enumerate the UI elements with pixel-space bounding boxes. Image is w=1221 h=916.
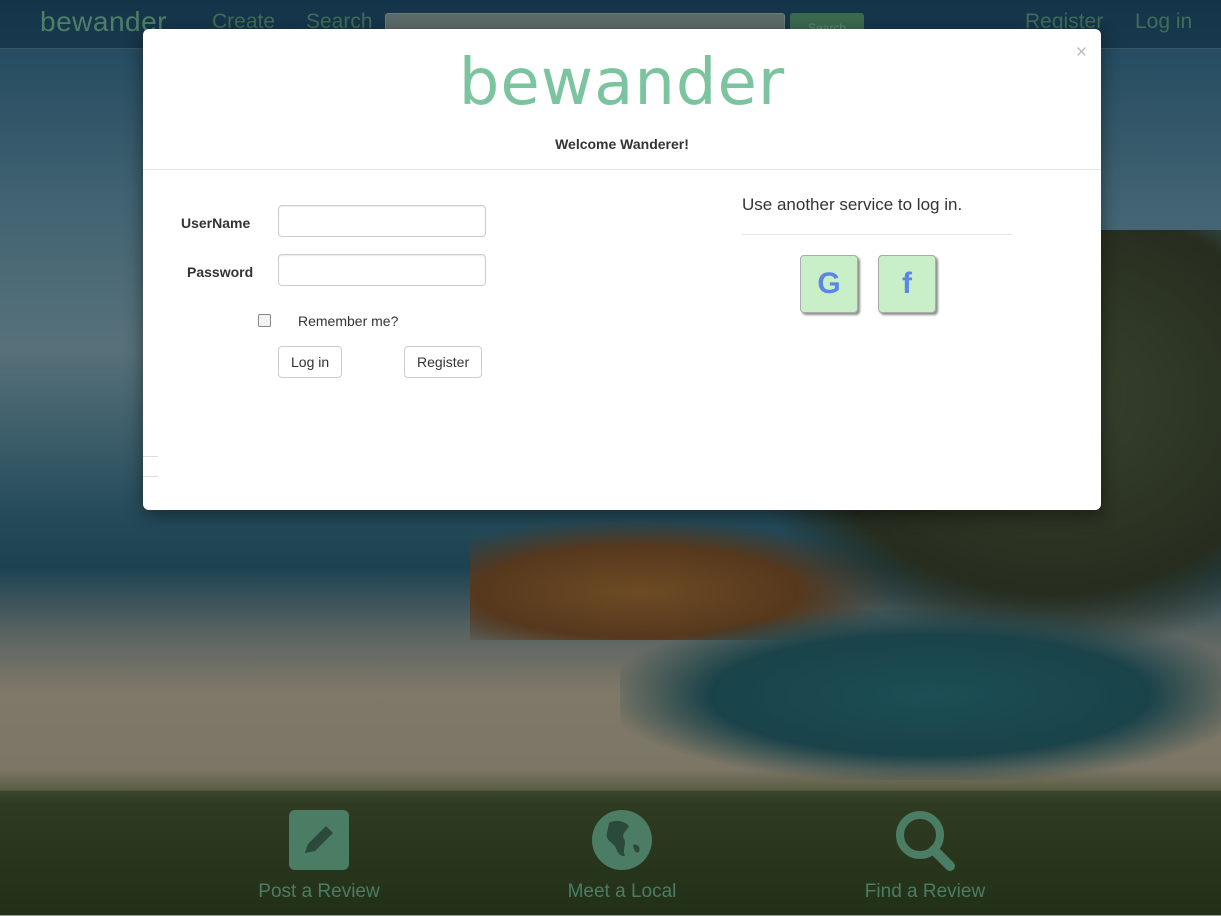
globe-icon [592, 810, 652, 870]
nav-link-login[interactable]: Log in [1135, 10, 1192, 34]
divider [143, 476, 158, 477]
password-input[interactable] [278, 254, 486, 286]
feature-label: Post a Review [258, 881, 380, 902]
feature-label: Meet a Local [567, 881, 677, 902]
username-input[interactable] [278, 205, 486, 237]
username-label: UserName [181, 215, 251, 231]
register-button[interactable]: Register [404, 346, 483, 378]
login-modal: × bewander Welcome Wanderer! UserName Pa… [143, 29, 1101, 510]
modal-header: bewander Welcome Wanderer! [143, 29, 1101, 170]
external-login-heading: Use another service to log in. [742, 195, 963, 214]
feature-meet-local[interactable]: Meet a Local [522, 809, 722, 903]
facebook-icon: f [902, 267, 912, 300]
feature-post-review[interactable]: Post a Review [219, 809, 419, 903]
magnifier-icon [896, 811, 955, 871]
facebook-login-button[interactable]: f [878, 255, 936, 313]
external-login-divider [742, 234, 1012, 235]
divider [143, 456, 158, 457]
bewander-logo: bewander [458, 46, 786, 120]
feature-find-review[interactable]: Find a Review [825, 809, 1025, 903]
feature-bar: Post a Review Meet a Local Find a Review [0, 790, 1221, 916]
google-icon: G [817, 267, 841, 300]
pencil-square-icon [289, 810, 349, 870]
password-label: Password [187, 264, 254, 280]
feature-label: Find a Review [864, 881, 986, 902]
google-login-button[interactable]: G [800, 255, 858, 313]
login-button[interactable]: Log in [278, 346, 343, 378]
remember-me-checkbox[interactable] [258, 314, 271, 327]
remember-me-label[interactable]: Remember me? [298, 313, 398, 329]
welcome-heading: Welcome Wanderer! [555, 136, 689, 152]
